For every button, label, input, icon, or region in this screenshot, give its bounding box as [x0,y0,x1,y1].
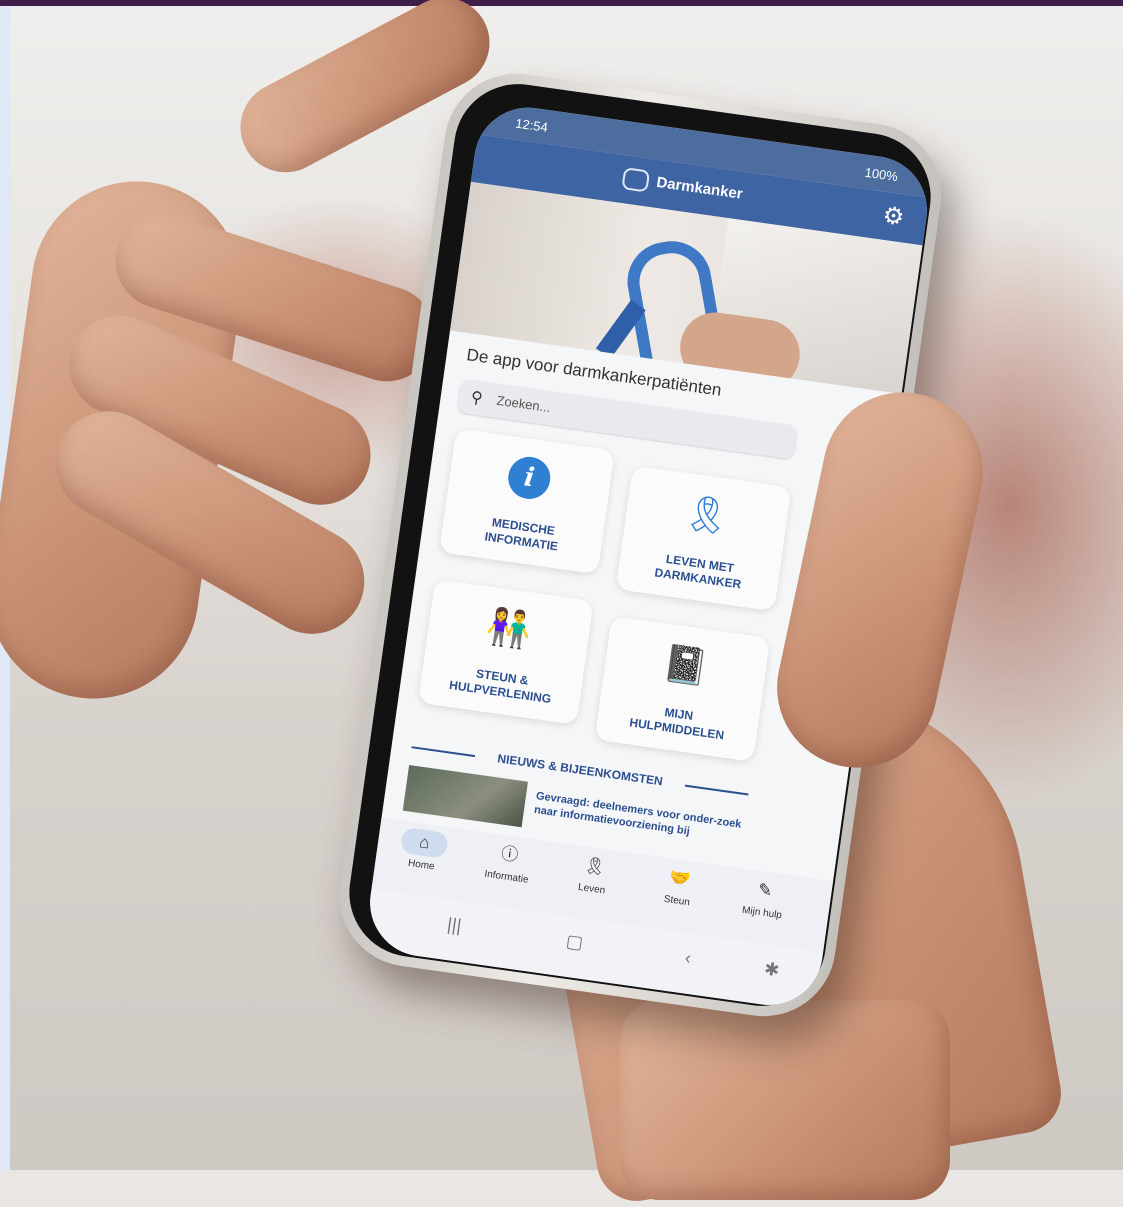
right-wrist [620,1000,950,1200]
nav-label: Steun [663,893,691,909]
tile-label: STEUN & HULPVERLENING [448,666,553,707]
tile-label: MIJN HULPMIDDELEN [628,705,725,743]
accessibility-icon[interactable]: ✱ [763,959,781,982]
tile-steun-hulpverlening[interactable]: 👫 STEUN & HULPVERLENING [417,578,594,725]
tile-mijn-hulpmiddelen[interactable]: 📓 MIJN HULPMIDDELEN [594,615,771,762]
back-icon[interactable]: ‹ [684,947,693,969]
tile-label: LEVEN MET DARMKANKER [653,551,743,592]
search-icon: ⚲ [469,389,484,408]
nav-item-home[interactable]: ⌂ Home [385,825,462,876]
news-thumbnail [402,765,528,828]
tile-label: MEDISCHE INFORMATIE [483,515,559,554]
recents-icon[interactable]: ||| [446,914,463,937]
nav-label: Informatie [483,868,530,886]
ribbon-icon: 🎗 [681,491,733,538]
nav-label: Mijn hulp [741,904,783,922]
edit-note-icon: ✎ [756,879,774,901]
home-icon: ⌂ [399,826,450,859]
info-outline-icon: ⓘ [499,843,520,865]
gear-icon[interactable]: ⚙ [881,201,906,233]
info-icon: i [505,454,553,502]
tile-leven-met-darmkanker[interactable]: 🎗 LEVEN MET DARMKANKER [615,465,792,612]
nav-item-informatie[interactable]: ⓘ Informatie [470,837,547,888]
nav-item-leven[interactable]: 🎗 Leven [555,849,632,900]
app-title: Darmkanker [655,173,744,203]
ribbon-icon: 🎗 [582,855,607,878]
status-battery: 100% [863,164,899,185]
nav-label: Home [407,857,436,873]
status-time: 12:54 [514,115,549,136]
nav-label: Leven [577,881,606,897]
search-placeholder: Zoeken... [495,392,552,416]
handshake-icon: 🤝 [668,867,692,890]
people-support-icon: 👫 [484,604,535,652]
divider [411,746,476,758]
home-circle-icon[interactable]: ▢ [565,931,585,954]
intestine-logo-icon [621,167,651,193]
notebook-pencil-icon: 📓 [660,641,711,689]
nav-item-mijn-hulp[interactable]: ✎ Mijn hulp [726,873,803,924]
nav-item-steun[interactable]: 🤝 Steun [640,861,717,912]
tile-medische-informatie[interactable]: i MEDISCHE INFORMATIE [439,428,615,575]
divider [684,784,749,796]
